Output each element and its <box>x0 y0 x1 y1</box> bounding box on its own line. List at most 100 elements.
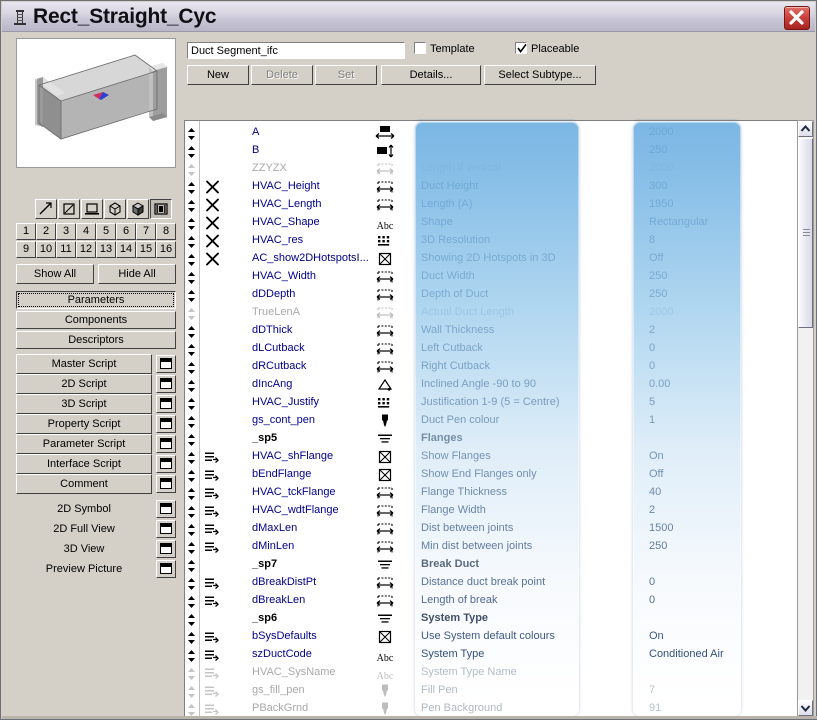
row-parameter-name[interactable]: Show End Flanges only <box>421 468 537 480</box>
layer-btn-15[interactable]: 15 <box>136 241 156 258</box>
row-parameter-value[interactable]: 7 <box>649 684 655 696</box>
row-parameter-name[interactable]: Wall Thickness <box>421 324 494 336</box>
table-row[interactable]: AC_show2DHotspotsI... Showing 2D Hotspots… <box>185 250 797 268</box>
row-type-pen-icon[interactable] <box>374 702 396 716</box>
row-variable-name[interactable]: HVAC_Length <box>252 198 322 210</box>
view-toolbar-2d-full[interactable] <box>58 199 80 219</box>
row-type-boolean-icon[interactable] <box>374 468 396 482</box>
layer-btn-9[interactable]: 9 <box>16 241 36 258</box>
table-row[interactable]: ZZYZX Length if vertical 2000 <box>185 160 797 178</box>
row-type-length-icon[interactable] <box>374 180 396 194</box>
placeable-checkbox[interactable]: Placeable <box>515 42 579 55</box>
preview-picture-button[interactable]: Preview Picture <box>16 559 152 579</box>
row-parameter-name[interactable]: Use System default colours <box>421 630 555 642</box>
table-row[interactable]: dBreakDistPt Distance duct break point 0 <box>185 574 797 592</box>
row-parameter-name[interactable]: Duct Width <box>421 270 475 282</box>
layer-btn-2[interactable]: 2 <box>36 223 56 240</box>
row-type-length-h-icon[interactable] <box>374 126 396 140</box>
row-type-angle-icon[interactable] <box>374 378 396 392</box>
layer-btn-1[interactable]: 1 <box>16 223 36 240</box>
tab-parameters[interactable]: Parameters <box>16 291 176 309</box>
3d-view-window-icon[interactable] <box>156 540 176 558</box>
table-row[interactable]: szDuctCode Abc System Type Conditioned Air <box>185 646 797 664</box>
row-variable-name[interactable]: dMinLen <box>252 540 294 552</box>
layer-btn-5[interactable]: 5 <box>96 223 116 240</box>
layer-btn-8[interactable]: 8 <box>156 223 176 240</box>
template-checkbox[interactable]: Template <box>414 42 475 55</box>
row-parameter-name[interactable]: Length if vertical <box>421 162 501 174</box>
row-parameter-value[interactable]: 0 <box>649 576 655 588</box>
row-variable-name[interactable]: szDuctCode <box>252 648 312 660</box>
view-toolbar-shaded[interactable] <box>127 199 149 219</box>
row-variable-name[interactable]: _sp5 <box>252 432 277 444</box>
row-variable-name[interactable]: ZZYZX <box>252 162 287 174</box>
row-parameter-value[interactable]: 1500 <box>649 522 673 534</box>
row-type-length-icon[interactable] <box>374 198 396 212</box>
row-variable-name[interactable]: dDDepth <box>252 288 295 300</box>
row-type-pen-icon[interactable] <box>374 414 396 428</box>
table-row[interactable]: dDDepth Depth of Duct 250 <box>185 286 797 304</box>
row-parameter-value[interactable]: 300 <box>649 180 667 192</box>
row-parameter-value[interactable]: 2000 <box>649 306 673 318</box>
row-variable-name[interactable]: bEndFlange <box>252 468 311 480</box>
layer-btn-16[interactable]: 16 <box>156 241 176 258</box>
row-type-text-icon[interactable]: Abc <box>374 666 396 682</box>
row-type-length-icon[interactable] <box>374 342 396 356</box>
row-parameter-name[interactable]: Actual Duct Length <box>421 306 514 318</box>
row-variable-name[interactable]: HVAC_res <box>252 234 303 246</box>
row-type-length-icon[interactable] <box>374 540 396 554</box>
vertical-scrollbar[interactable] <box>797 120 814 717</box>
row-move-arrows-icon[interactable] <box>187 703 196 716</box>
row-type-length-icon[interactable] <box>374 306 396 320</box>
row-variable-name[interactable]: dBreakDistPt <box>252 576 316 588</box>
row-parameter-name[interactable]: Length of break <box>421 594 497 606</box>
row-type-length-icon[interactable] <box>374 594 396 608</box>
row-parameter-name[interactable]: Flange Thickness <box>421 486 507 498</box>
table-row[interactable]: HVAC_SysName Abc System Type Name <box>185 664 797 682</box>
row-parameter-value[interactable]: 2000 <box>649 162 673 174</box>
table-row[interactable]: HVAC_res 3D Resolution 8 <box>185 232 797 250</box>
3d-script-window-icon[interactable] <box>156 395 176 413</box>
2d-full-view-window-icon[interactable] <box>156 520 176 538</box>
row-variable-name[interactable]: HVAC_Width <box>252 270 316 282</box>
row-variable-name[interactable]: PBackGrnd <box>252 702 308 714</box>
row-parameter-value[interactable]: Conditioned Air <box>649 648 724 660</box>
layer-btn-3[interactable]: 3 <box>56 223 76 240</box>
row-variable-name[interactable]: gs_cont_pen <box>252 414 315 426</box>
row-type-length-icon[interactable] <box>374 486 396 500</box>
row-variable-name[interactable]: dLCutback <box>252 342 305 354</box>
table-row[interactable]: _sp6 System Type <box>185 610 797 628</box>
row-variable-name[interactable]: bSysDefaults <box>252 630 317 642</box>
table-row[interactable]: dMaxLen Dist between joints 1500 <box>185 520 797 538</box>
row-variable-name[interactable]: dBreakLen <box>252 594 305 606</box>
table-row[interactable]: HVAC_Height Duct Height 300 <box>185 178 797 196</box>
scrollbar-thumb[interactable] <box>798 138 813 328</box>
row-parameter-name[interactable]: Duct Height <box>421 180 478 192</box>
table-row[interactable]: _sp7 Break Duct <box>185 556 797 574</box>
row-parameter-value[interactable]: On <box>649 450 664 462</box>
row-parameter-value[interactable]: On <box>649 630 664 642</box>
row-parameter-value[interactable]: 250 <box>649 144 667 156</box>
layer-btn-14[interactable]: 14 <box>116 241 136 258</box>
parameter-script-window-icon[interactable] <box>156 435 176 453</box>
2d-full-view-button[interactable]: 2D Full View <box>16 519 152 539</box>
row-parameter-name[interactable]: Flange Width <box>421 504 486 516</box>
row-variable-name[interactable]: HVAC_tckFlange <box>252 486 336 498</box>
2d-script-button[interactable]: 2D Script <box>16 374 152 394</box>
row-type-length-icon[interactable] <box>374 504 396 518</box>
table-row[interactable]: bEndFlange Show End Flanges only Off <box>185 466 797 484</box>
new-button[interactable]: New <box>187 65 249 85</box>
row-variable-name[interactable]: _sp6 <box>252 612 277 624</box>
row-parameter-name[interactable]: Shape <box>421 216 453 228</box>
row-variable-name[interactable]: _sp7 <box>252 558 277 570</box>
table-row[interactable]: HVAC_Width Duct Width 250 <box>185 268 797 286</box>
interface-script-button[interactable]: Interface Script <box>16 454 152 474</box>
row-parameter-value[interactable]: 0.00 <box>649 378 670 390</box>
row-type-boolean-icon[interactable] <box>374 252 396 266</box>
table-row[interactable]: dLCutback Left Cutback 0 <box>185 340 797 358</box>
table-row[interactable]: HVAC_Length Length (A) 1950 <box>185 196 797 214</box>
row-variable-name[interactable]: HVAC_shFlange <box>252 450 333 462</box>
table-row[interactable]: dIncAng Inclined Angle -90 to 90 0.00 <box>185 376 797 394</box>
row-parameter-name[interactable]: Depth of Duct <box>421 288 488 300</box>
row-parameter-value[interactable]: 2 <box>649 324 655 336</box>
